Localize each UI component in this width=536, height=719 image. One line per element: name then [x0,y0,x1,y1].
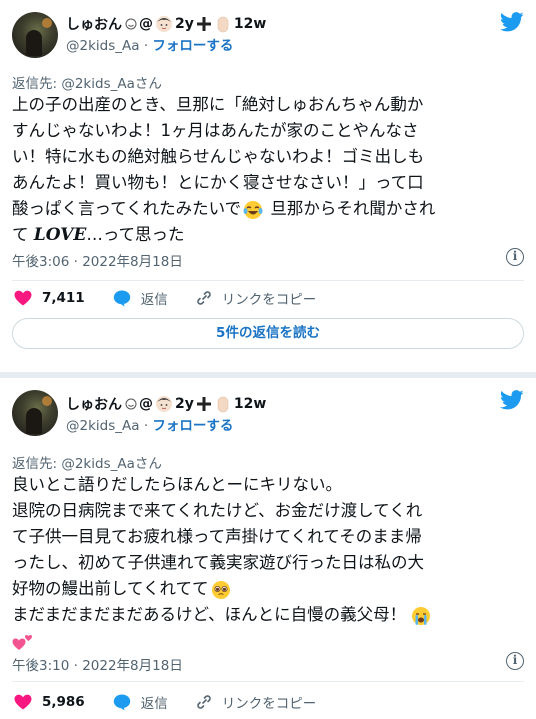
text-line: すんじゃないわよ！1ヶ月はあんたが家のことやんなさ [12,121,419,140]
text-line: い！特に水もの絶対触らせんじゃないわよ！ゴミ出しも [12,147,425,166]
like-button[interactable]: 7,411 [14,290,85,306]
text-line: 酸っぱく言ってくれたみたいで 旦那からそれ聞かされ [12,199,436,219]
tweet-card: しゅおん @ 2y 12w @2kids_Aa · フォローする 返信先: @2… [0,378,536,719]
heart-icon [14,290,32,306]
like-button[interactable]: 5,986 [14,694,85,710]
divider [12,681,524,682]
copy-link-button[interactable]: リンクをコピー [196,692,317,712]
two-hearts-emoji [12,634,32,650]
baby-emoji [156,396,172,412]
cross-emoji [196,17,211,31]
tweet-text: 良いとこ語りだしたらほんとーにキリない。 退院の日病院まで来てくれたけど、お金だ… [12,472,524,654]
twitter-bird-icon[interactable] [500,390,524,410]
text-line: 好物の鰻出前してくれてて [12,576,524,602]
reply-to-label: 返信先: @2kids_Aaさん [12,456,162,472]
timestamp[interactable]: 午後3:10 · 2022年8月18日 [12,654,183,674]
text-line: 退院の日病院まで来てくれたけど、お金だけ渡してくれ [12,501,423,520]
display-name: しゅおん [66,397,122,413]
handle-row: @2kids_Aa · フォローする [66,418,234,434]
like-count: 7,411 [42,290,85,306]
text-line: 上の子の出産のとき、旦那に「絶対しゅおんちゃん動か [12,95,424,114]
copy-link-label: リンクをコピー [221,696,317,712]
reply-button[interactable]: 返信 [113,692,168,712]
reply-button[interactable]: 返信 [113,288,168,308]
tweet-card: しゅおん @ 2y 12w @2kids_Aa · フォローする 返信先: @2… [0,0,536,372]
follow-button[interactable]: フォローする [152,38,233,54]
text-line: 良いとこ語りだしたらほんとーにキリない。 [12,475,342,494]
read-replies-button[interactable]: 5件の返信を読む [12,318,524,349]
smiley-emoji [125,18,137,30]
timestamp[interactable]: 午後3:06 · 2022年8月18日 [12,250,183,270]
handle[interactable]: @2kids_Aa [66,38,140,54]
author-name-row[interactable]: しゅおん @ 2y 12w [66,14,266,34]
action-bar: 7,411 返信 リンクをコピー [14,288,344,308]
author-name-row[interactable]: しゅおん @ 2y 12w [66,394,266,414]
reply-label: 返信 [140,696,168,712]
heart-icon [14,694,32,710]
action-bar: 5,986 返信 リンクをコピー [14,692,344,712]
copy-link-button[interactable]: リンクをコピー [196,288,317,308]
text-line: て子供一目見てお疲れ様って声掛けてくれてそのまま帰 [12,527,422,546]
text-line: あんたよ！買い物も！とにかく寝させなさい！」って口 [12,173,424,192]
hand-emoji [217,396,229,413]
pleading-emoji [211,580,230,599]
avatar[interactable] [12,390,58,436]
name-suffix-2: 12w [233,16,267,32]
link-icon [196,695,211,709]
divider [12,280,524,281]
name-suffix-2: 12w [233,396,267,412]
handle-row: @2kids_Aa · フォローする [66,38,234,54]
cross-emoji [196,397,211,411]
copy-link-label: リンクをコピー [221,292,317,308]
follow-button[interactable]: フォローする [152,418,233,434]
name-suffix: 2y [175,396,194,412]
twitter-bird-icon[interactable] [500,12,524,32]
like-count: 5,986 [42,694,85,710]
smiley-emoji [125,398,137,410]
info-icon[interactable]: i [506,652,524,670]
text-line: まだまだまだまだあるけど、ほんとに自慢の義父母！ [12,602,524,628]
hand-emoji [217,16,229,33]
text-line [12,628,524,654]
link-icon [196,291,211,305]
handle[interactable]: @2kids_Aa [66,418,140,434]
info-icon[interactable]: i [506,248,524,266]
reply-bubble-icon [113,290,130,306]
reply-to-label: 返信先: @2kids_Aaさん [12,76,162,92]
reply-label: 返信 [140,292,168,308]
crying-laugh-emoji [243,200,263,219]
tweet-text: 上の子の出産のとき、旦那に「絶対しゅおんちゃん動か すんじゃないわよ！1ヶ月はあ… [12,92,524,248]
baby-emoji [156,16,172,32]
avatar[interactable] [12,12,58,58]
text-line: て LOVE…って思った [12,225,185,245]
name-suffix: 2y [175,16,194,32]
loudly-crying-emoji [412,606,431,625]
reply-bubble-icon [113,694,130,710]
display-name: しゅおん [66,17,122,33]
text-line: ったし、初めて子供連れて義実家遊び行った日は私の大 [12,553,425,572]
